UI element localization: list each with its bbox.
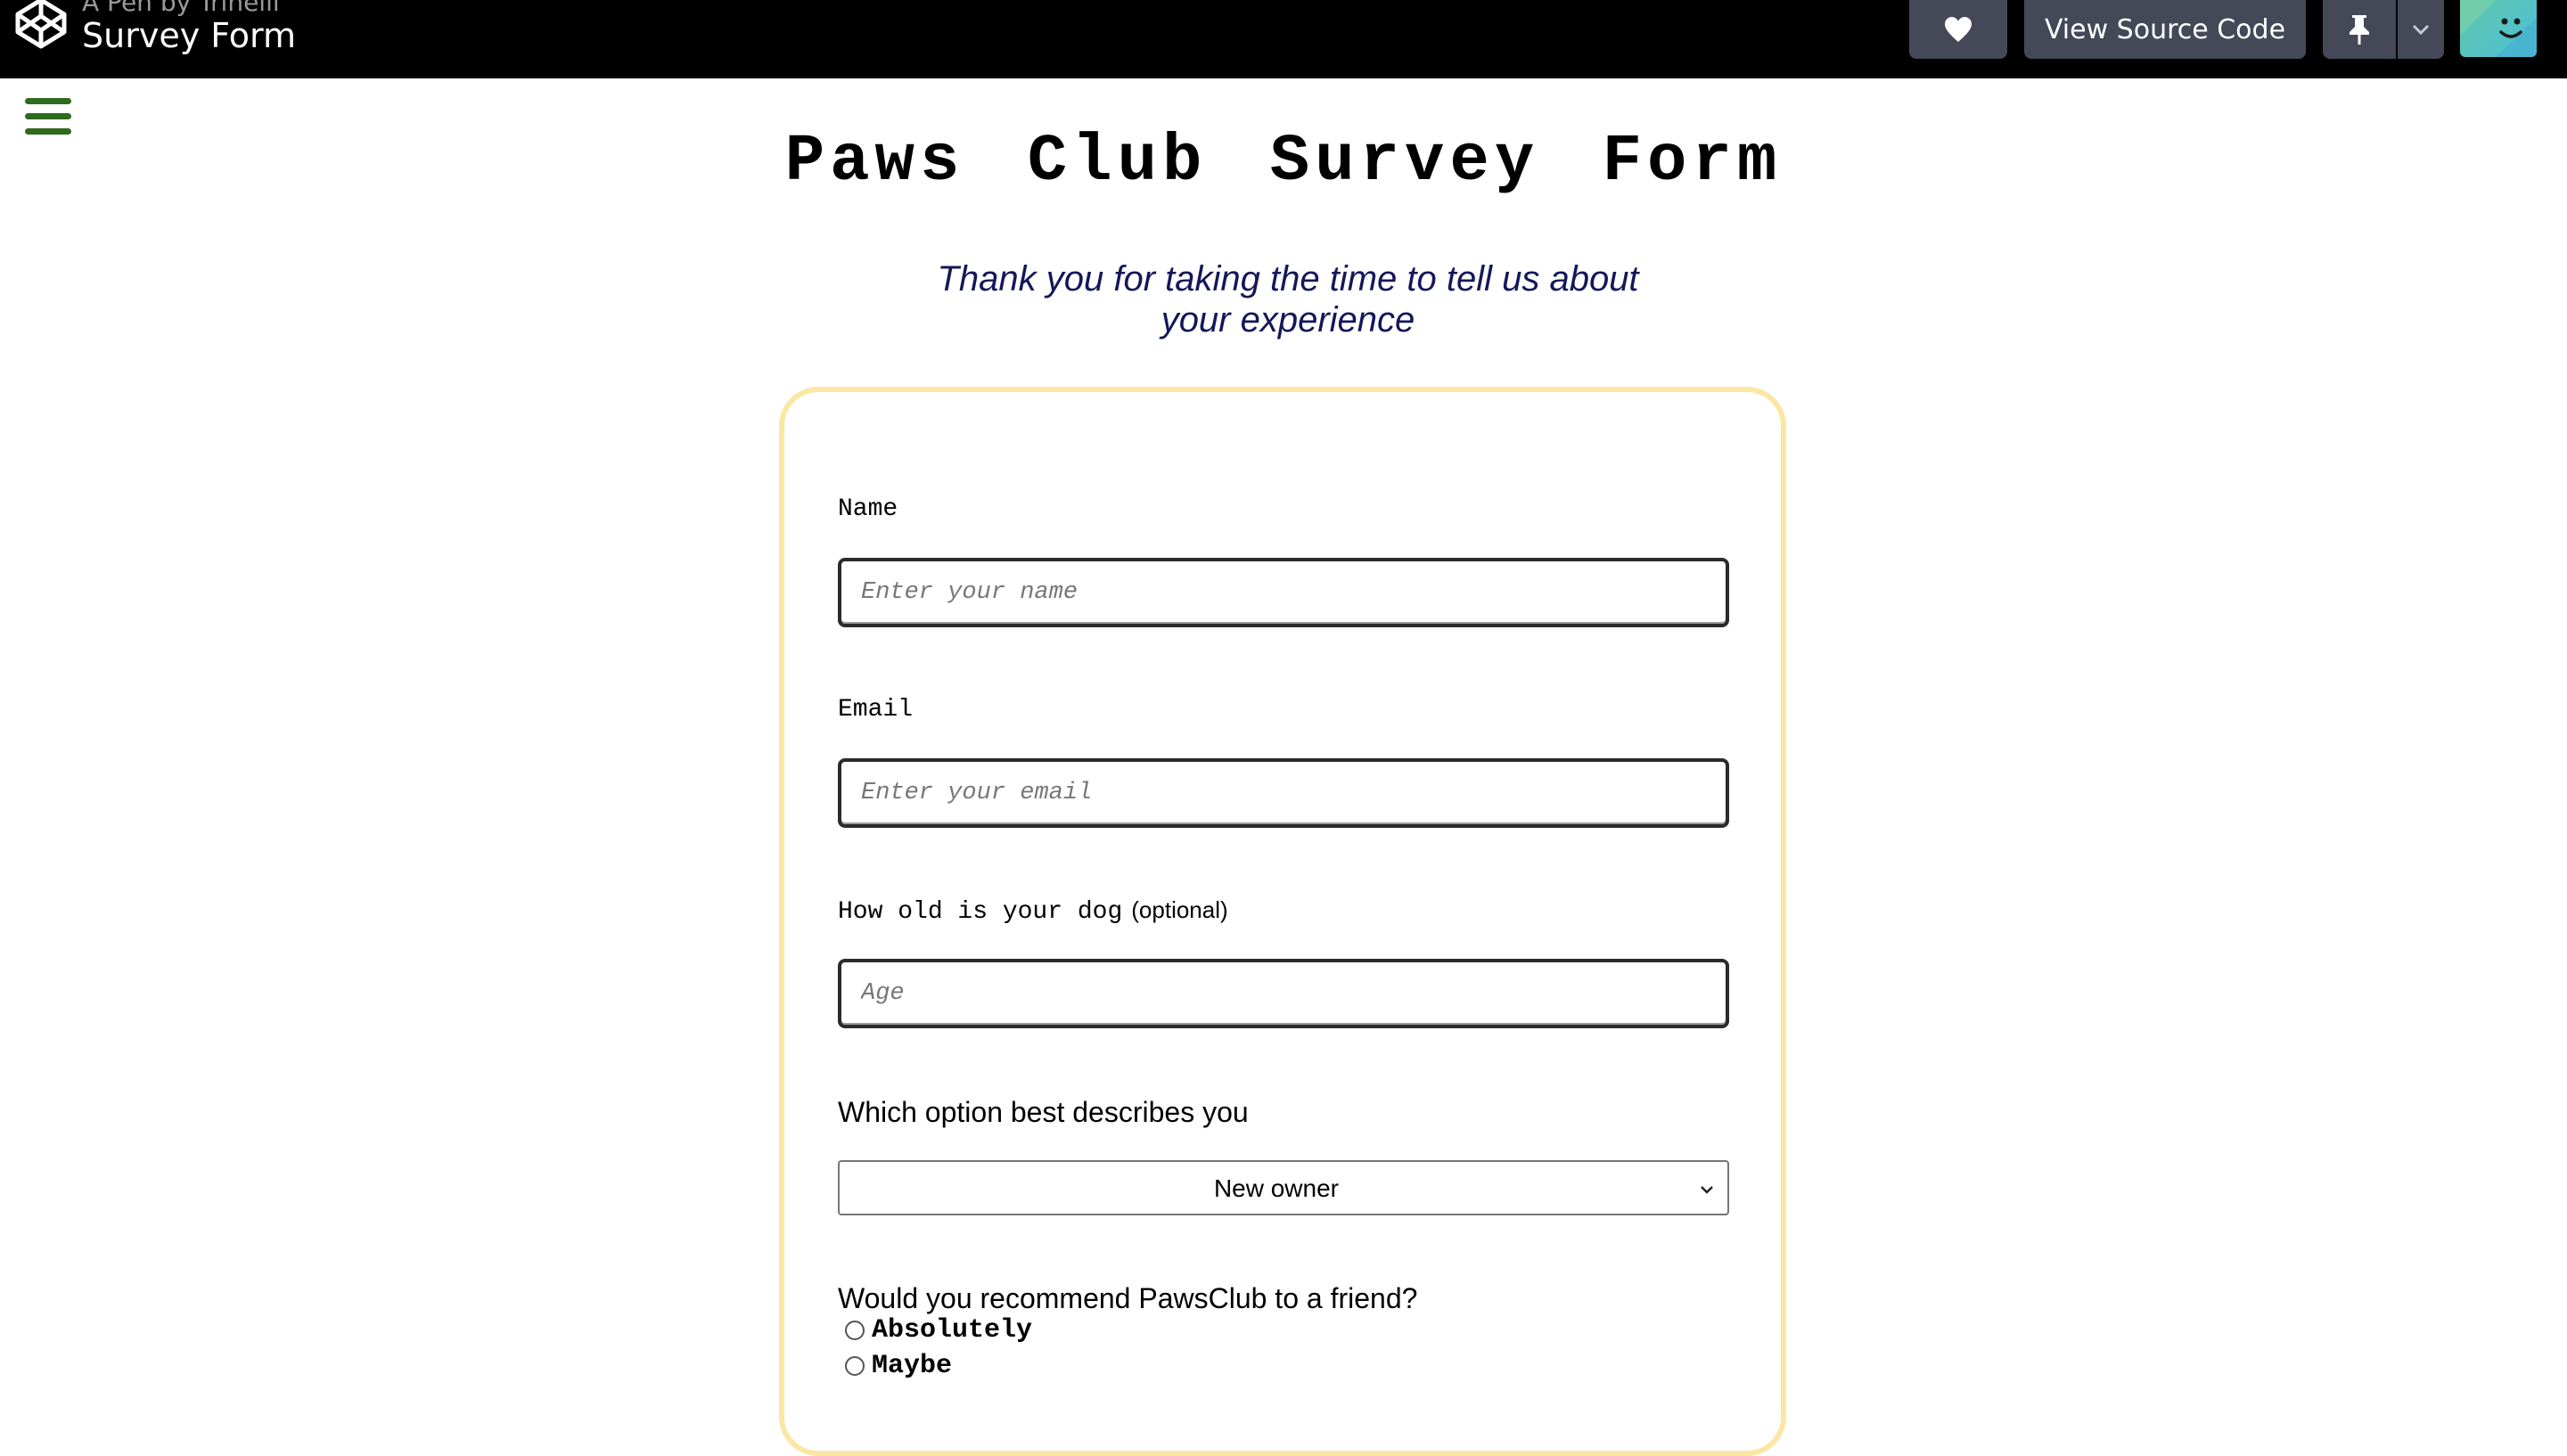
user-avatar[interactable] [2460, 0, 2537, 57]
like-button[interactable] [1909, 0, 2007, 59]
optional-hint: (optional) [1131, 896, 1228, 923]
chevron-down-icon [2412, 24, 2430, 35]
role-select-value: New owner [1213, 1174, 1339, 1202]
view-source-button[interactable]: View Source Code [2024, 0, 2306, 59]
email-label: Email [838, 696, 914, 724]
page-subtitle: Thank you for taking the time to tell us… [937, 259, 1639, 339]
age-input[interactable] [838, 959, 1729, 1028]
age-label: How old is your dog (optional) [838, 896, 1228, 926]
name-label: Name [838, 495, 898, 523]
pin-dropdown-button[interactable] [2398, 0, 2444, 59]
radio-button[interactable] [845, 1321, 865, 1340]
pin-icon [2350, 15, 2369, 45]
radio-option-absolutely[interactable]: Absolutely [845, 1315, 1033, 1346]
heart-icon [1945, 17, 1972, 42]
menu-bar [25, 98, 71, 104]
pen-title: Survey Form [82, 16, 296, 55]
recommend-question: Would you recommend PawsClub to a friend… [838, 1282, 1418, 1314]
pen-author-byline[interactable]: A Pen by Trinelli [82, 0, 280, 17]
name-input[interactable] [838, 558, 1729, 627]
radio-option-maybe[interactable]: Maybe [845, 1351, 953, 1381]
radio-label: Absolutely [872, 1315, 1033, 1346]
age-label-text: How old is your dog [838, 898, 1123, 926]
page-title: Paws Club Survey Form [784, 125, 1783, 200]
codepen-logo-icon[interactable] [12, 0, 70, 52]
radio-button[interactable] [845, 1356, 865, 1376]
radio-label: Maybe [872, 1351, 953, 1381]
role-select[interactable]: New owner [838, 1160, 1729, 1215]
codepen-header: A Pen by Trinelli Survey Form View Sourc… [0, 0, 2567, 78]
email-input[interactable] [838, 758, 1729, 828]
chevron-down-icon [1701, 1186, 1713, 1194]
menu-bar [25, 113, 71, 119]
role-label: Which option best describes you [838, 1096, 1249, 1128]
pin-button[interactable] [2323, 0, 2396, 59]
avatar-face-icon [2460, 0, 2537, 57]
